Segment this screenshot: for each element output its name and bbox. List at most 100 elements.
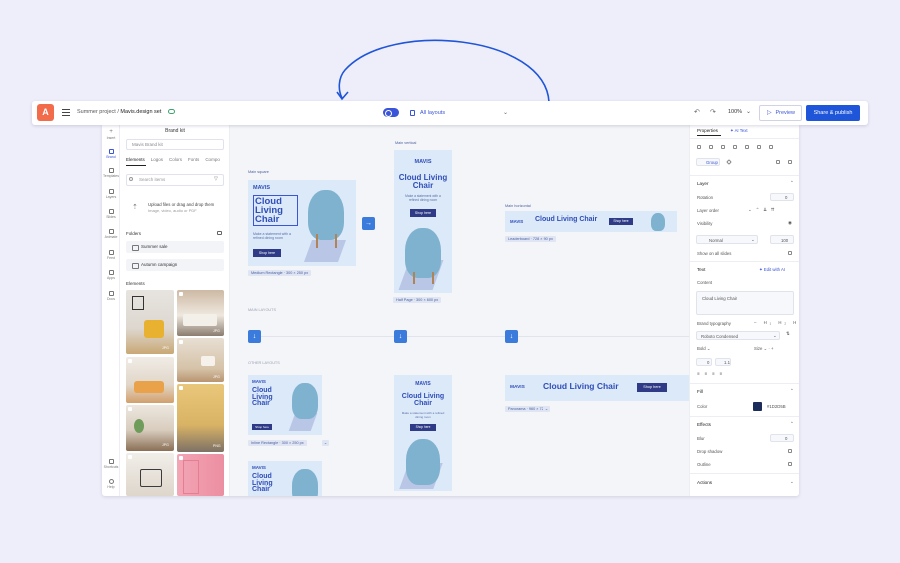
ad-cta[interactable]: Shop here xyxy=(637,383,667,392)
chevron-down-icon[interactable]: ⌄ xyxy=(790,479,794,485)
show-all-slides-checkbox[interactable] xyxy=(788,251,792,255)
tab-logos[interactable]: Logos xyxy=(151,157,163,162)
ad-headline-selected[interactable]: Cloud Living Chair xyxy=(253,195,298,227)
brand-kit-select[interactable]: Mavis Brand kit xyxy=(126,139,224,150)
ad-cta[interactable]: Shop here xyxy=(410,209,436,217)
image-thumb[interactable] xyxy=(177,454,224,496)
undo-icon[interactable]: ↶ xyxy=(694,108,700,116)
ad-main-vertical[interactable]: MAVIS Cloud Living Chair Make a statemen… xyxy=(394,150,452,293)
color-swatch[interactable] xyxy=(753,402,762,411)
rail-item-feed[interactable]: Feed xyxy=(102,250,120,260)
layer-order-controls[interactable]: ⌄⌃⇊⇈ xyxy=(748,207,778,213)
filter-icon[interactable]: ▽ xyxy=(214,176,218,182)
align-left-icon[interactable] xyxy=(697,145,701,149)
thumb-checkbox[interactable] xyxy=(179,386,183,390)
tab-fonts[interactable]: Fonts xyxy=(188,157,199,162)
ad-main-square[interactable]: MAVIS Cloud Living Chair Make a statement … xyxy=(248,180,356,266)
thumb-checkbox[interactable] xyxy=(128,407,132,411)
tab-colors[interactable]: Colors xyxy=(169,157,182,162)
ad-cta[interactable]: Shop here xyxy=(253,249,281,257)
breadcrumb-file[interactable]: Mavis.design set xyxy=(120,109,161,115)
zoom-chevron-icon[interactable]: ⌄ xyxy=(746,108,751,115)
font-settings-icon[interactable]: ⇅ xyxy=(786,331,790,337)
align-bottom-icon[interactable] xyxy=(757,145,761,149)
tab-compo[interactable]: Compo xyxy=(205,157,220,162)
opacity-input[interactable]: 100 xyxy=(770,235,794,244)
color-hex[interactable]: #1D2D5B xyxy=(767,404,786,409)
font-weight-select[interactable]: Bold ⌄ xyxy=(697,346,710,352)
image-thumb[interactable]: JPG xyxy=(126,405,174,451)
chevron-up-icon[interactable]: ⌃ xyxy=(790,421,794,427)
rail-item-slides[interactable]: Slides xyxy=(102,209,120,219)
image-thumb[interactable] xyxy=(126,357,174,403)
image-thumb[interactable]: PNG xyxy=(177,384,224,452)
align-top-icon[interactable] xyxy=(733,145,737,149)
ad-cta[interactable]: Shop here xyxy=(410,424,436,431)
distribute-icon[interactable] xyxy=(769,145,773,149)
ad-leaderboard[interactable]: MAVIS Cloud Living Chair Shop here xyxy=(505,211,677,232)
thumb-checkbox[interactable] xyxy=(179,340,183,344)
font-family-select[interactable]: Roboto Condensed ⌄ xyxy=(696,331,780,340)
search-input[interactable]: Search items xyxy=(126,174,224,186)
typography-controls[interactable]: – H₁ H₂ H₃ xyxy=(754,320,799,325)
drop-shadow-checkbox[interactable] xyxy=(788,449,792,453)
rail-item-animate[interactable]: Animate xyxy=(102,229,120,239)
frame-options-chevron-icon[interactable]: ⌄ xyxy=(543,406,550,412)
tab-properties[interactable]: Properties xyxy=(697,128,718,133)
upload-dropzone[interactable]: ⇡ Upload files or drag and drop them Ima… xyxy=(126,196,224,222)
blend-mode-select[interactable]: Normal ⌄ xyxy=(696,235,758,244)
edit-with-ai-button[interactable]: ✦ Edit with AI xyxy=(759,267,785,273)
ad-cta[interactable]: Shop here xyxy=(252,424,272,430)
app-logo[interactable]: A xyxy=(37,104,54,121)
rail-item-insert[interactable]: + Insert xyxy=(102,129,120,140)
component-icon[interactable] xyxy=(726,159,732,165)
ad-panorama[interactable]: MAVIS Cloud Living Chair Shop here xyxy=(505,375,689,401)
menu-icon[interactable] xyxy=(62,109,70,116)
rail-item-docs[interactable]: Docs xyxy=(102,291,120,301)
rail-item-shortcuts[interactable]: Shortcuts xyxy=(102,459,120,469)
trash-icon[interactable] xyxy=(788,160,792,164)
align-center-icon[interactable] xyxy=(709,145,713,149)
eye-icon[interactable]: ◉ xyxy=(788,220,792,226)
ad-partial-bottom[interactable]: MAVIS Cloud Living Chair xyxy=(248,461,322,496)
blur-input[interactable]: 0 xyxy=(770,434,794,442)
new-folder-icon[interactable] xyxy=(217,231,222,235)
text-align-controls[interactable]: ≡≡≡≡ xyxy=(697,371,727,376)
layouts-dropdown[interactable]: All layouts ⌄ xyxy=(404,105,512,121)
rotation-input[interactable]: 0 xyxy=(770,193,794,201)
breadcrumb-project[interactable]: Summer project / xyxy=(77,109,119,115)
align-middle-icon[interactable] xyxy=(745,145,749,149)
image-thumb[interactable]: JPG xyxy=(177,338,224,382)
thumb-checkbox[interactable] xyxy=(128,359,132,363)
align-right-icon[interactable] xyxy=(721,145,725,149)
zoom-level[interactable]: 100% xyxy=(728,109,742,115)
chevron-up-icon[interactable]: ⌃ xyxy=(790,388,794,394)
outline-checkbox[interactable] xyxy=(788,462,792,466)
rail-item-brand[interactable]: Brand xyxy=(102,149,120,159)
design-canvas[interactable]: Main square MAVIS Cloud Living Chair Make … xyxy=(230,125,689,496)
image-thumb[interactable] xyxy=(126,453,174,496)
ad-inline-rect[interactable]: MAVIS Cloud Living Chair Shop here xyxy=(248,375,322,435)
line-height-input[interactable]: 1.1 xyxy=(715,358,731,366)
image-thumb[interactable]: JPG xyxy=(126,290,174,354)
thumb-checkbox[interactable] xyxy=(179,292,183,296)
rail-item-apps[interactable]: Apps xyxy=(102,270,120,280)
ad-vertical-small[interactable]: MAVIS Cloud Living Chair Make a statemen… xyxy=(394,375,452,491)
add-layout-button[interactable]: ↓ xyxy=(394,330,407,343)
rail-item-help[interactable]: Help xyxy=(102,479,120,489)
layouts-toggle[interactable] xyxy=(383,108,399,117)
add-layout-button[interactable]: ↓ xyxy=(248,330,261,343)
frame-options-chevron-icon[interactable]: ⌄ xyxy=(322,440,329,446)
tab-ai-text[interactable]: ✦ AI Text xyxy=(730,128,748,134)
share-publish-button[interactable]: Share & publish xyxy=(806,105,860,121)
folder-item[interactable]: Summer sale xyxy=(126,241,224,253)
redo-icon[interactable]: ↷ xyxy=(710,108,716,116)
image-thumb[interactable]: JPG xyxy=(177,290,224,336)
rail-item-templates[interactable]: Templates xyxy=(102,168,120,178)
chevron-up-icon[interactable]: ⌃ xyxy=(790,180,794,186)
preview-button[interactable]: Preview xyxy=(759,105,802,121)
duplicate-icon[interactable] xyxy=(776,160,780,164)
add-right-button[interactable]: → xyxy=(362,217,375,230)
group-button[interactable]: Group xyxy=(696,158,720,166)
thumb-checkbox[interactable] xyxy=(128,455,132,459)
